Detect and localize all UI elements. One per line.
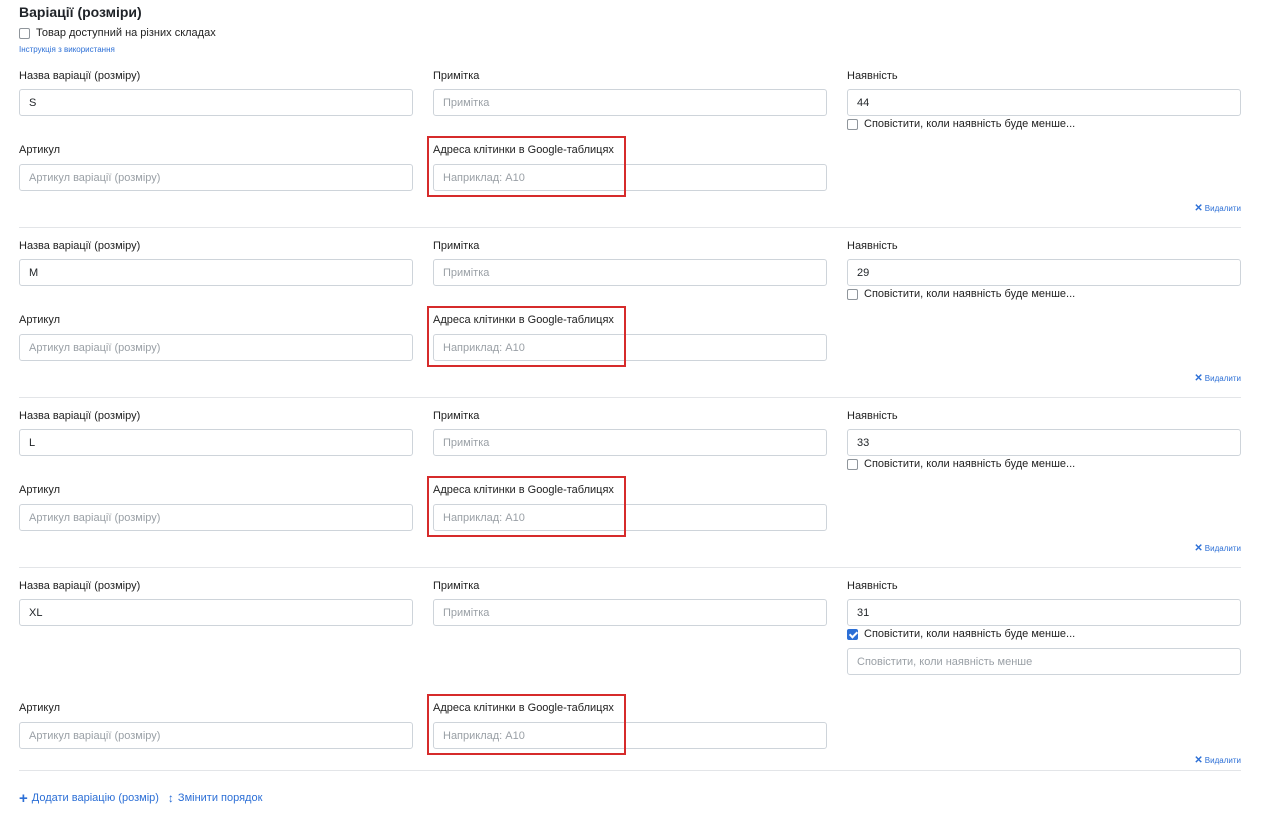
page-title: Варіації (розміри): [19, 4, 142, 20]
notify-stock-row[interactable]: Сповістити, коли наявність буде менше...: [847, 458, 1075, 470]
variation-name-input[interactable]: [19, 599, 413, 626]
variation-name-label: Назва варіації (розміру): [19, 240, 141, 252]
variation-name-label: Назва варіації (розміру): [19, 410, 141, 422]
variation-name-input[interactable]: [19, 429, 413, 456]
delete-label: Видалити: [1204, 544, 1241, 553]
notify-stock-checkbox[interactable]: [847, 628, 858, 640]
variation-stock-input[interactable]: [847, 599, 1241, 626]
notify-threshold-input[interactable]: [847, 648, 1241, 675]
multi-warehouse-row[interactable]: Товар доступний на різних складах: [19, 27, 216, 39]
plus-icon: +: [19, 789, 28, 807]
delete-label: Видалити: [1204, 756, 1241, 765]
notify-stock-checkbox[interactable]: [847, 288, 858, 300]
variation-divider: [19, 567, 1241, 568]
variation-note-label: Примітка: [433, 580, 480, 592]
variation-stock-label: Наявність: [847, 580, 898, 592]
variation-sku-label: Артикул: [19, 144, 61, 156]
variation-note-label: Примітка: [433, 240, 480, 252]
variation-sku-label: Артикул: [19, 702, 61, 714]
variation-stock-input[interactable]: [847, 429, 1241, 456]
notify-stock-label: Сповістити, коли наявність буде менше...: [864, 288, 1076, 300]
gsheet-cell-label: Адреса клітинки в Google-таблицях: [433, 314, 614, 326]
variation-sku-input[interactable]: [19, 334, 413, 361]
variation-name-input[interactable]: [19, 89, 413, 116]
multi-warehouse-checkbox[interactable]: [19, 27, 30, 39]
add-variation-button[interactable]: + Додати варіацію (розмір): [19, 789, 159, 807]
variation-stock-label: Наявність: [847, 70, 898, 82]
close-icon: ✕: [1194, 372, 1203, 384]
up-down-arrows-icon: ↕: [167, 790, 174, 805]
variation-divider: [19, 227, 1241, 228]
variation-actions: + Додати варіацію (розмір) ↕ Змінити пор…: [19, 789, 271, 807]
variation-note-input[interactable]: [433, 89, 827, 116]
close-icon: ✕: [1194, 754, 1203, 766]
notify-stock-row[interactable]: Сповістити, коли наявність буде менше...: [847, 288, 1075, 300]
notify-stock-label: Сповістити, коли наявність буде менше...: [864, 118, 1076, 130]
gsheet-cell-input[interactable]: [433, 504, 827, 531]
delete-variation-button[interactable]: ✕ Видалити: [1194, 542, 1241, 554]
delete-variation-button[interactable]: ✕ Видалити: [1194, 754, 1241, 766]
variation-sku-label: Артикул: [19, 314, 61, 326]
instructions-link[interactable]: Інструкція з використання: [19, 45, 115, 54]
variation-name-input[interactable]: [19, 259, 413, 286]
bottom-divider: [19, 770, 1241, 771]
notify-stock-row[interactable]: Сповістити, коли наявність буде менше...: [847, 118, 1075, 130]
variation-sku-input[interactable]: [19, 504, 413, 531]
close-icon: ✕: [1194, 202, 1203, 214]
delete-label: Видалити: [1204, 204, 1241, 213]
variation-note-input[interactable]: [433, 429, 827, 456]
delete-label: Видалити: [1204, 374, 1241, 383]
variation-sku-label: Артикул: [19, 484, 61, 496]
variation-note-input[interactable]: [433, 259, 827, 286]
variation-name-label: Назва варіації (розміру): [19, 70, 141, 82]
gsheet-cell-label: Адреса клітинки в Google-таблицях: [433, 144, 614, 156]
variation-sku-input[interactable]: [19, 164, 413, 191]
multi-warehouse-label: Товар доступний на різних складах: [36, 27, 216, 39]
gsheet-cell-input[interactable]: [433, 164, 827, 191]
variation-stock-input[interactable]: [847, 259, 1241, 286]
notify-stock-checkbox[interactable]: [847, 458, 858, 470]
delete-variation-button[interactable]: ✕ Видалити: [1194, 202, 1241, 214]
add-variation-label: Додати варіацію (розмір): [31, 792, 159, 804]
notify-stock-checkbox[interactable]: [847, 118, 858, 130]
variation-stock-input[interactable]: [847, 89, 1241, 116]
notify-stock-row[interactable]: Сповістити, коли наявність буде менше...: [847, 628, 1075, 640]
reorder-button[interactable]: ↕ Змінити порядок: [167, 790, 263, 805]
variation-note-input[interactable]: [433, 599, 827, 626]
variation-sku-input[interactable]: [19, 722, 413, 749]
variation-stock-label: Наявність: [847, 410, 898, 422]
variation-divider: [19, 397, 1241, 398]
notify-stock-label: Сповістити, коли наявність буде менше...: [864, 628, 1076, 640]
gsheet-cell-input[interactable]: [433, 722, 827, 749]
variation-stock-label: Наявність: [847, 240, 898, 252]
notify-stock-label: Сповістити, коли наявність буде менше...: [864, 458, 1076, 470]
variation-note-label: Примітка: [433, 70, 480, 82]
reorder-label: Змінити порядок: [177, 792, 263, 804]
close-icon: ✕: [1194, 542, 1203, 554]
variation-name-label: Назва варіації (розміру): [19, 580, 141, 592]
gsheet-cell-input[interactable]: [433, 334, 827, 361]
delete-variation-button[interactable]: ✕ Видалити: [1194, 372, 1241, 384]
gsheet-cell-label: Адреса клітинки в Google-таблицях: [433, 702, 614, 714]
gsheet-cell-label: Адреса клітинки в Google-таблицях: [433, 484, 614, 496]
variation-note-label: Примітка: [433, 410, 480, 422]
